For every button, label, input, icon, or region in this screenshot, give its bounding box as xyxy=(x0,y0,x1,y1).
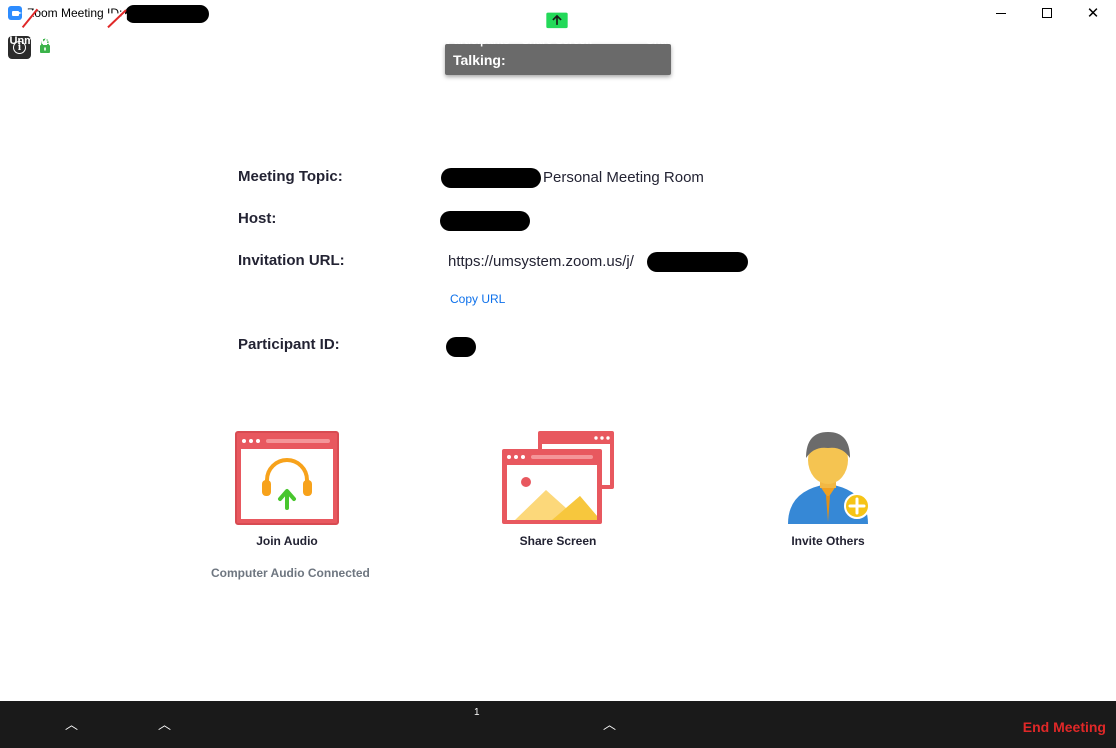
participant-id-redacted xyxy=(446,337,476,357)
muted-microphone-icon xyxy=(21,8,39,29)
join-audio-icon xyxy=(235,431,339,525)
invite-others-icon xyxy=(788,432,870,524)
chat-label: Chat xyxy=(645,35,671,47)
minimize-button[interactable] xyxy=(978,0,1024,26)
video-options-chevron-icon[interactable]: ︿ xyxy=(158,714,171,733)
invitation-url-value: https://umsystem.zoom.us/j/ xyxy=(448,253,634,270)
chat-button[interactable]: Chat xyxy=(641,0,675,47)
topic-redacted xyxy=(441,168,541,188)
invite-others-button[interactable]: Invite Others xyxy=(772,424,884,548)
breakout-rooms-label: Breakout Rooms xyxy=(767,35,857,47)
record-icon xyxy=(721,9,741,29)
participant-count: 1 xyxy=(474,707,480,718)
invite-others-label: Invite Others xyxy=(791,534,865,548)
end-meeting-button[interactable]: End Meeting xyxy=(1023,719,1106,735)
participants-icon xyxy=(444,10,467,28)
participant-id-label: Participant ID: xyxy=(238,336,340,353)
unmute-button[interactable]: Unmute xyxy=(4,0,56,47)
breakout-rooms-button[interactable]: Breakout Rooms xyxy=(766,0,858,47)
add-person-icon xyxy=(354,10,375,27)
meeting-topic-label: Meeting Topic: xyxy=(238,168,343,185)
talking-indicator: Talking: xyxy=(445,44,671,75)
manage-participants-label: Manage Participants xyxy=(402,35,510,47)
video-off-icon xyxy=(107,9,127,29)
talking-label: Talking: xyxy=(453,51,506,68)
share-screen-label: Share Screen xyxy=(521,35,593,47)
record-button[interactable]: Record xyxy=(710,0,752,47)
audio-status-text: Computer Audio Connected xyxy=(211,566,370,580)
invite-button[interactable]: Invite xyxy=(343,0,385,47)
zoom-meeting-window: Zoom Meeting ID: ✕ i Talking: Meeting To… xyxy=(0,0,1116,748)
share-screen-button[interactable]: Share Screen xyxy=(522,0,592,47)
unmute-label: Unmute xyxy=(9,35,51,47)
manage-participants-button[interactable]: Manage Participants xyxy=(400,0,512,47)
audio-options-chevron-icon[interactable]: ︿ xyxy=(65,714,78,733)
share-screen-icon xyxy=(502,431,614,524)
record-label: Record xyxy=(712,35,750,47)
share-screen-big-button[interactable]: Share Screen xyxy=(498,430,618,548)
join-audio-label: Join Audio xyxy=(256,534,318,548)
start-video-button[interactable]: Start Video xyxy=(86,0,148,47)
start-video-label: Start Video xyxy=(88,35,146,47)
invite-label: Invite xyxy=(349,35,379,47)
join-audio-button[interactable]: Join Audio xyxy=(232,430,342,548)
share-screen-big-label: Share Screen xyxy=(519,534,597,548)
copy-url-link[interactable]: Copy URL xyxy=(450,292,505,306)
breakout-rooms-grid-icon xyxy=(803,10,821,28)
share-options-chevron-icon[interactable]: ︿ xyxy=(603,714,616,733)
meeting-topic-value: Personal Meeting Room xyxy=(543,169,704,186)
close-button[interactable]: ✕ xyxy=(1070,0,1116,26)
host-redacted xyxy=(440,211,530,231)
maximize-button[interactable] xyxy=(1024,0,1070,26)
url-redacted xyxy=(647,252,748,272)
chat-bubble-icon xyxy=(648,12,668,28)
share-screen-arrow-icon xyxy=(546,12,568,29)
host-label: Host: xyxy=(238,210,277,227)
invitation-url-label: Invitation URL: xyxy=(238,252,345,269)
